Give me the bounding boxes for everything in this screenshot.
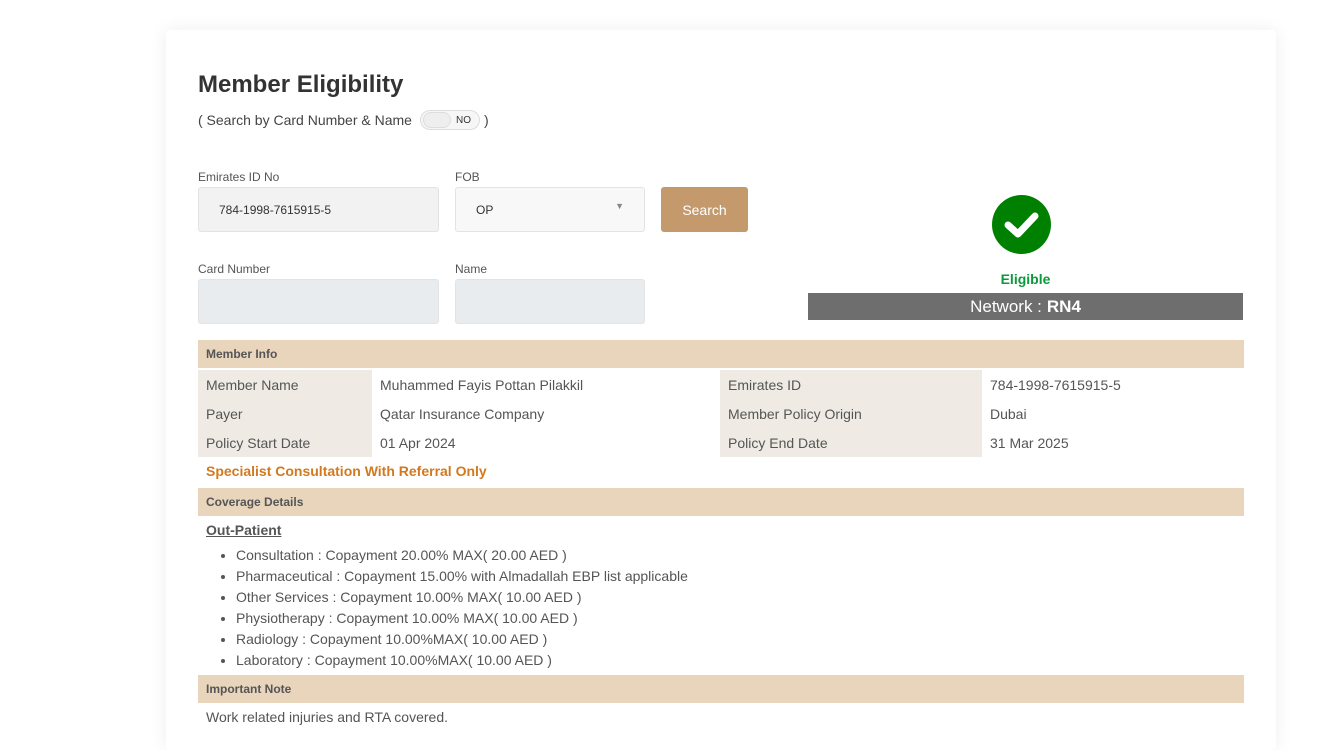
- eligible-status: Eligible: [1000, 271, 1051, 287]
- member-info-row: Member Name Muhammed Fayis Pottan Pilakki…: [198, 370, 1244, 399]
- emirates-id-label: Emirates ID No: [198, 170, 280, 184]
- toggle-state: NO: [455, 115, 471, 126]
- coverage-item: Other Services : Copayment 10.00% MAX( 1…: [236, 587, 688, 608]
- network-bar: Network : RN4: [808, 293, 1243, 320]
- check-circle-icon: [992, 195, 1051, 254]
- coverage-list: Consultation : Copayment 20.00% MAX( 20.…: [236, 545, 688, 671]
- field-label: Member Policy Origin: [720, 399, 982, 428]
- referral-warning: Specialist Consultation With Referral On…: [206, 463, 487, 479]
- search-mode-row: ( Search by Card Number & Name NO ): [198, 110, 489, 130]
- field-value: 784-1998-7615915-5: [990, 376, 1121, 393]
- important-note-header: Important Note: [198, 675, 1244, 703]
- field-value: 01 Apr 2024: [380, 434, 456, 451]
- out-patient-title: Out-Patient: [206, 522, 282, 538]
- field-value: Muhammed Fayis Pottan Pilakkil: [380, 376, 584, 393]
- card-name-search-toggle[interactable]: NO: [419, 110, 480, 130]
- field-value: 31 Mar 2025: [990, 434, 1069, 451]
- toggle-knob: [422, 112, 451, 128]
- chevron-down-icon: ▼: [615, 201, 624, 211]
- search-button[interactable]: Search: [661, 187, 748, 232]
- member-info-header: Member Info: [198, 340, 1244, 368]
- field-value: Dubai: [990, 405, 1027, 422]
- member-info-row: Policy Start Date 01 Apr 2024 Policy End D…: [198, 428, 1244, 457]
- fob-select[interactable]: OP ▼: [455, 187, 645, 232]
- coverage-item: Physiotherapy : Copayment 10.00% MAX( 10…: [236, 608, 688, 629]
- field-label: Policy Start Date: [198, 428, 372, 457]
- name-label: Name: [455, 262, 488, 276]
- coverage-item: Pharmaceutical : Copayment 15.00% with A…: [236, 566, 688, 587]
- card-number-label: Card Number: [198, 262, 271, 276]
- name-input[interactable]: [455, 279, 645, 324]
- field-label: Member Name: [198, 370, 372, 399]
- field-label: Payer: [198, 399, 372, 428]
- member-info-row: Payer Qatar Insurance Company Member Polic…: [198, 399, 1244, 428]
- coverage-item: Consultation : Copayment 20.00% MAX( 20.…: [236, 545, 688, 566]
- coverage-item: Laboratory : Copayment 10.00%MAX( 10.00 …: [236, 650, 688, 671]
- field-value: Qatar Insurance Company: [380, 405, 545, 422]
- coverage-header: Coverage Details: [198, 488, 1244, 516]
- search-mode-suffix: ): [483, 112, 489, 128]
- emirates-id-input[interactable]: 784-1998-7615915-5: [198, 187, 439, 232]
- page-title: Member Eligibility: [198, 71, 404, 98]
- important-note-text: Work related injuries and RTA covered.: [206, 709, 449, 725]
- search-mode-label: ( Search by Card Number & Name: [198, 112, 412, 128]
- network-label: Network :: [970, 296, 1042, 316]
- fob-label: FOB: [455, 170, 480, 184]
- network-value: RN4: [1046, 296, 1081, 316]
- field-label: Policy End Date: [720, 428, 982, 457]
- member-info-table: Member Name Muhammed Fayis Pottan Pilakki…: [198, 370, 1244, 457]
- card-number-input[interactable]: [198, 279, 439, 324]
- coverage-item: Radiology : Copayment 10.00%MAX( 10.00 A…: [236, 629, 688, 650]
- field-label: Emirates ID: [720, 370, 982, 399]
- fob-value: OP: [476, 202, 494, 217]
